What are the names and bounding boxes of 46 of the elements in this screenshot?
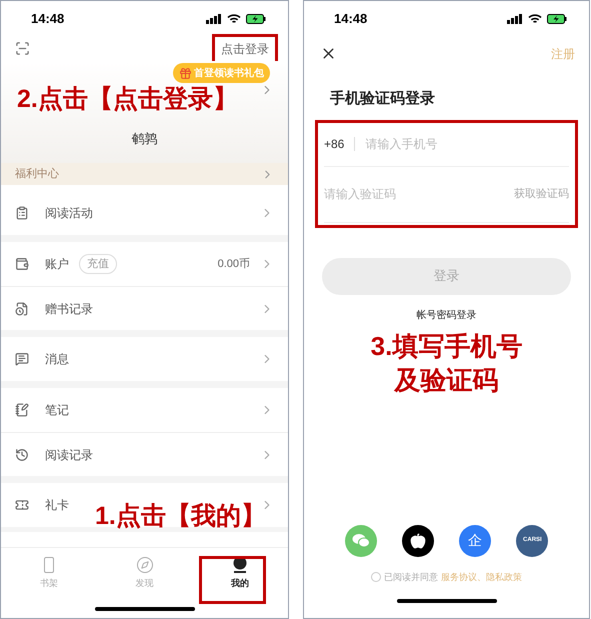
person-icon bbox=[231, 556, 250, 574]
menu-item[interactable]: 阅读记录 bbox=[45, 446, 93, 464]
menu-row-icon bbox=[15, 448, 29, 462]
code-input-field[interactable]: 请输入验证码 bbox=[324, 185, 514, 203]
agreement-text: 已阅读并同意 bbox=[384, 570, 438, 584]
menu-item[interactable]: 阅读活动 bbox=[45, 204, 93, 222]
password-login-link[interactable]: 帐号密码登录 bbox=[416, 308, 476, 322]
highlight-frame bbox=[199, 556, 266, 604]
status-time: 14:48 bbox=[334, 10, 368, 28]
signal-icon bbox=[206, 14, 222, 24]
enterprise-login-button[interactable]: 企 bbox=[459, 524, 492, 556]
balance-value: 0.00币 bbox=[218, 256, 250, 272]
battery-icon bbox=[547, 14, 567, 24]
battery-icon bbox=[246, 14, 266, 24]
annotation: 及验证码 bbox=[394, 364, 498, 397]
menu-item[interactable]: 消息 bbox=[45, 350, 69, 368]
menu-item[interactable]: 笔记 bbox=[45, 401, 69, 419]
apple-login-button[interactable] bbox=[402, 524, 434, 556]
apple-icon bbox=[410, 532, 426, 548]
username: 鹌鹑 bbox=[130, 130, 158, 148]
wifi-icon bbox=[227, 14, 241, 24]
menu-row-icon bbox=[15, 302, 29, 316]
menu-item[interactable]: 礼卡 bbox=[45, 496, 69, 514]
page-title: 手机验证码登录 bbox=[330, 89, 436, 109]
menu-row-icon bbox=[15, 403, 29, 417]
signal-icon bbox=[507, 14, 523, 24]
wifi-icon bbox=[528, 14, 542, 24]
annotation: 2.点击【点击登录】 bbox=[17, 84, 238, 115]
phone-input-field[interactable]: 请输入手机号 bbox=[365, 135, 569, 153]
status-time: 14:48 bbox=[31, 10, 64, 28]
country-code[interactable]: +86 bbox=[324, 135, 344, 153]
annotation: 3.填写手机号 bbox=[370, 330, 522, 363]
annotation: 1.点击【我的】 bbox=[95, 501, 266, 531]
menu-item[interactable]: 账户 bbox=[45, 255, 69, 273]
gift-badge-text: 首登领读书礼包 bbox=[194, 66, 264, 80]
gift-icon bbox=[179, 66, 192, 80]
chat-bubbles-icon bbox=[352, 533, 370, 548]
agreement-checkbox[interactable] bbox=[371, 572, 381, 582]
menu-row-icon bbox=[15, 352, 29, 366]
tab-icon bbox=[136, 556, 154, 574]
tab[interactable]: 我的 bbox=[192, 548, 288, 599]
menu-row-icon bbox=[15, 498, 29, 512]
menu-item[interactable]: 赠书记录 bbox=[45, 300, 93, 318]
menu-row-icon bbox=[15, 257, 29, 271]
scan-icon[interactable] bbox=[15, 41, 30, 56]
menu-row-icon bbox=[15, 206, 29, 220]
